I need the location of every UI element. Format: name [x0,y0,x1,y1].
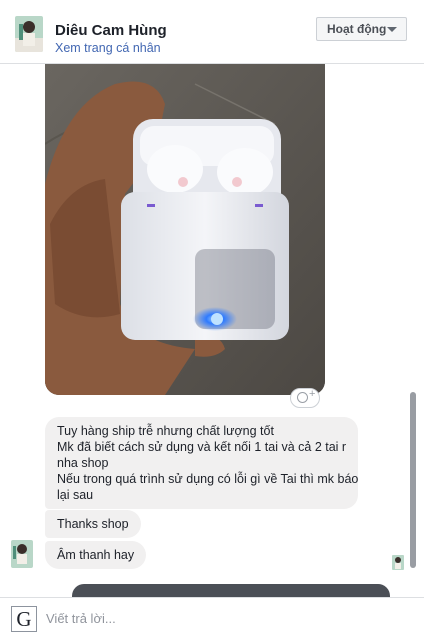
google-input-tools-icon[interactable]: G [11,606,37,632]
chat-header: Diêu Cam Hùng Xem trang cá nhân Hoạt độn… [0,0,424,64]
seen-avatar-icon [392,555,404,570]
message-bubble: Âm thanh hay [45,541,147,569]
message-line: nha shop [57,456,109,470]
message-line: lại sau [57,488,94,502]
scrollbar[interactable] [408,64,418,592]
view-profile-link[interactable]: Xem trang cá nhân [55,41,161,55]
reply-composer: G Viết trả lời... [0,597,424,640]
message-bubble: Tuy hàng ship trễ nhưng chất lượng tốt M… [45,417,358,509]
reply-input[interactable]: Viết trả lời... [46,611,116,626]
chevron-down-icon [387,27,397,32]
message-line: Tuy hàng ship trễ nhưng chất lượng tốt [57,424,274,438]
sender-avatar[interactable] [11,540,33,568]
plus-icon: + [309,388,316,400]
message-photo[interactable] [45,64,325,395]
status-label: Hoạt động [327,22,387,36]
contact-name[interactable]: Diêu Cam Hùng [55,22,167,39]
smiley-icon [297,392,308,403]
scrollbar-thumb[interactable] [410,392,416,568]
contact-avatar[interactable] [15,16,43,52]
message-line: Nếu trong quá trình sử dụng có lỗi gì về… [57,472,359,486]
message-bubble: Thanks shop [45,510,141,538]
add-reaction-button[interactable]: + [290,388,320,408]
message-line: Mk đã biết cách sử dụng và kết nối 1 tai… [57,440,347,454]
status-dropdown-button[interactable]: Hoạt động [316,17,407,41]
